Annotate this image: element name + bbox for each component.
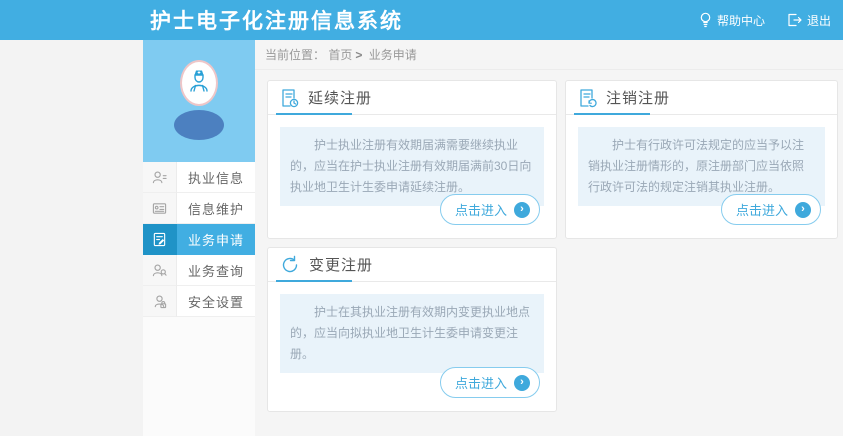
logout-label: 退出 [807,12,831,29]
breadcrumb-home-link[interactable]: 首页 [328,48,352,62]
id-card-icon [143,193,177,224]
card-continue-registration: 延续注册 护士执业注册有效期届满需要继续执业的，应当在护士执业注册有效期届满前3… [267,80,557,239]
breadcrumb-separator: > [355,48,362,62]
document-clock-icon [280,88,299,108]
card-change-registration: 变更注册 护士在其执业注册有效期内变更执业地点的，应当向拟执业地卫生计生委申请变… [267,247,557,412]
enter-button-change[interactable]: 点击进入 › [440,367,540,398]
document-edit-icon [143,224,177,255]
card-title: 注销注册 [606,87,670,108]
enter-button-continue[interactable]: 点击进入 › [440,194,540,225]
sidebar-item-label: 业务申请 [177,224,255,255]
enter-button-label: 点击进入 [736,200,788,219]
sidebar-menu: 执业信息 信息维护 [143,162,255,317]
arrow-right-icon: › [514,375,530,391]
help-center-label: 帮助中心 [717,12,765,29]
sidebar-item-label: 安全设置 [177,286,255,317]
logout-icon [787,13,802,27]
title-underline [276,280,352,282]
card-header: 变更注册 [268,248,556,282]
nurse-avatar-icon [188,67,210,100]
card-cancel-registration: 注销注册 护士有行政许可法规定的应当予以注销执业注册情形的，原注册部门应当依照行… [565,80,838,239]
app-header: 护士电子化注册信息系统 帮助中心 退出 [0,0,843,40]
page-title: 护士电子化注册信息系统 [150,5,403,35]
card-title: 变更注册 [309,254,373,275]
user-lock-icon [143,286,177,317]
app-window: 护士电子化注册信息系统 帮助中心 退出 [0,0,843,436]
arrow-right-icon: › [795,202,811,218]
enter-button-cancel[interactable]: 点击进入 › [721,194,821,225]
breadcrumb-current: 业务申请 [369,48,417,62]
change-arrow-icon [280,255,300,275]
card-title: 延续注册 [308,87,372,108]
header-actions: 帮助中心 退出 [699,0,831,40]
breadcrumb-label: 当前位置： [265,48,325,62]
sidebar-item-label: 信息维护 [177,193,255,224]
sidebar-item-business-application[interactable]: 业务申请 [143,224,255,255]
lightbulb-icon [699,12,712,28]
user-search-icon [143,255,177,286]
sidebar-item-security-settings[interactable]: 安全设置 [143,286,255,317]
user-name-redacted [174,110,224,140]
card-description: 护士在其执业注册有效期内变更执业地点的，应当向拟执业地卫生计生委申请变更注册。 [280,294,544,373]
enter-button-label: 点击进入 [455,373,507,392]
enter-button-label: 点击进入 [455,200,507,219]
card-header: 延续注册 [268,81,556,115]
sidebar: 执业信息 信息维护 [143,40,255,436]
user-profile-block [143,40,255,162]
help-center-link[interactable]: 帮助中心 [699,12,765,29]
document-cancel-icon [578,88,597,108]
logout-link[interactable]: 退出 [787,12,831,29]
main-content: 当前位置： 首页> 业务申请 延续注册 护士执业注册有效期届满需要继续执业的，应… [255,40,843,436]
sidebar-item-label: 业务查询 [177,255,255,286]
title-underline [276,113,352,115]
breadcrumb: 当前位置： 首页> 业务申请 [255,40,843,70]
sidebar-item-practice-info[interactable]: 执业信息 [143,162,255,193]
card-header: 注销注册 [566,81,837,115]
sidebar-item-info-maintenance[interactable]: 信息维护 [143,193,255,224]
avatar[interactable] [180,60,218,106]
arrow-right-icon: › [514,202,530,218]
title-underline [574,113,650,115]
user-profile-icon [143,162,177,193]
sidebar-item-label: 执业信息 [177,162,255,193]
sidebar-item-business-query[interactable]: 业务查询 [143,255,255,286]
